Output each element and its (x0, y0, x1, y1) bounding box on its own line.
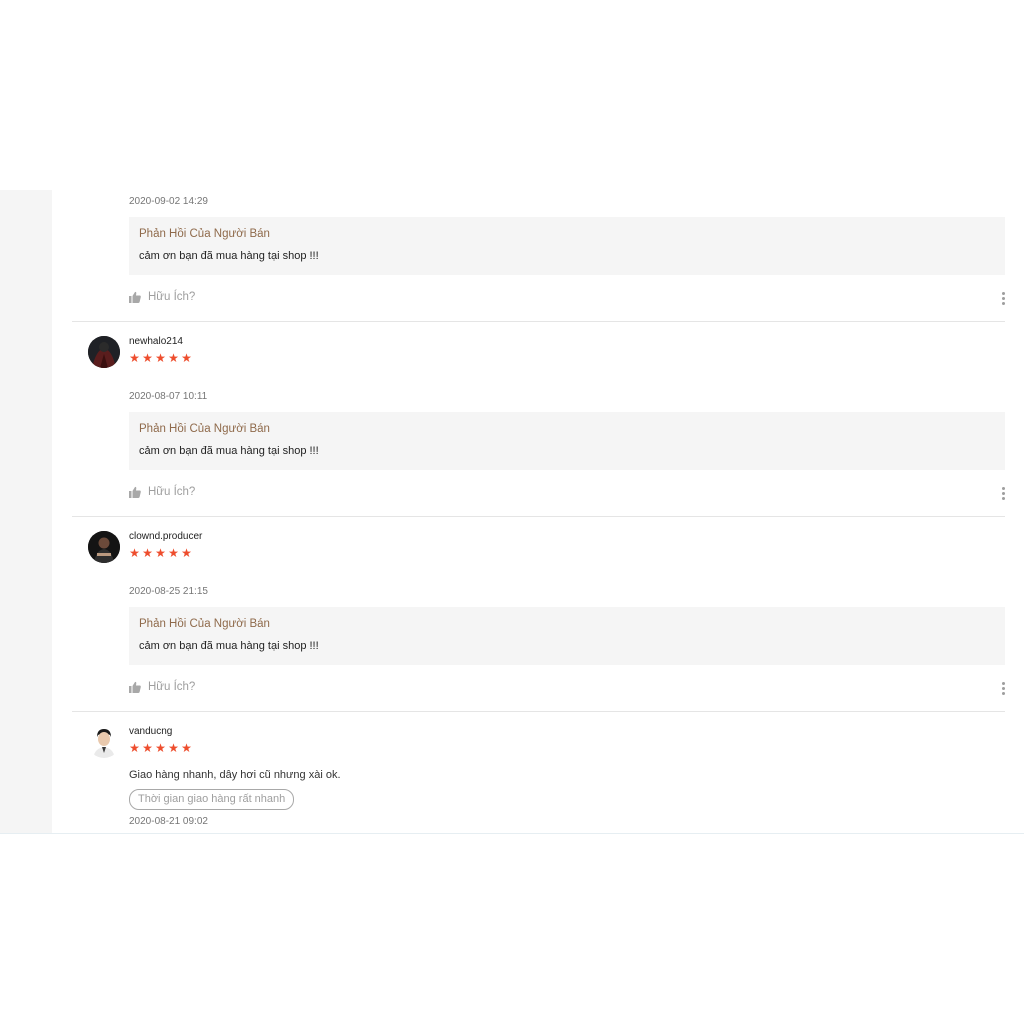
review-item: vanducng ★ ★ ★ ★ ★ Giao hàng nhanh, dây … (72, 712, 1005, 833)
star-icon: ★ (142, 546, 153, 560)
star-icon: ★ (155, 741, 166, 755)
rating-stars: ★ ★ ★ ★ ★ (129, 741, 192, 755)
star-icon: ★ (181, 546, 192, 560)
star-icon: ★ (168, 351, 179, 365)
star-icon: ★ (142, 351, 153, 365)
avatar[interactable] (88, 726, 120, 758)
review-item: newhalo214 ★ ★ ★ ★ ★ 2020-08-07 10:11 Ph… (72, 322, 1005, 517)
more-options-icon[interactable] (1001, 292, 1005, 305)
seller-reply-title: Phản Hồi Của Người Bán (139, 618, 270, 630)
seller-reply: Phản Hồi Của Người Bán cảm ơn bạn đã mua… (129, 217, 1005, 275)
thumbs-up-icon (129, 486, 141, 498)
review-username[interactable]: clownd.producer (129, 531, 202, 542)
review-tag: Thời gian giao hàng rất nhanh (129, 789, 295, 810)
seller-reply-text: cảm ơn bạn đã mua hàng tại shop !!! (139, 640, 319, 652)
star-icon: ★ (142, 741, 153, 755)
review-date: 2020-08-07 10:11 (129, 391, 208, 402)
helpful-label: Hữu Ích? (148, 291, 196, 303)
rating-stars: ★ ★ ★ ★ ★ (129, 351, 192, 365)
review-date: 2020-09-02 14:29 (129, 196, 208, 207)
user-avatar-icon (88, 726, 120, 758)
seller-reply-title: Phản Hồi Của Người Bán (139, 228, 270, 240)
more-options-icon[interactable] (1001, 682, 1005, 695)
seller-reply: Phản Hồi Của Người Bán cảm ơn bạn đã mua… (129, 607, 1005, 665)
star-icon: ★ (129, 351, 140, 365)
star-icon: ★ (181, 351, 192, 365)
review-date: 2020-08-25 21:15 (129, 586, 208, 597)
star-icon: ★ (168, 546, 179, 560)
star-icon: ★ (168, 741, 179, 755)
helpful-button[interactable]: Hữu Ích? (129, 681, 195, 693)
review-date: 2020-08-21 09:02 (129, 816, 208, 827)
thumbs-up-icon (129, 681, 141, 693)
helpful-button[interactable]: Hữu Ích? (129, 486, 195, 498)
left-side-rail (0, 190, 52, 833)
review-item: 2020-09-02 14:29 Phản Hồi Của Người Bán … (72, 190, 1005, 322)
review-username[interactable]: vanducng (129, 726, 172, 737)
user-avatar-icon (88, 336, 120, 368)
avatar[interactable] (88, 531, 120, 563)
more-options-icon[interactable] (1001, 487, 1005, 500)
user-avatar-icon (88, 531, 120, 563)
avatar[interactable] (88, 336, 120, 368)
helpful-label: Hữu Ích? (148, 486, 196, 498)
star-icon: ★ (129, 741, 140, 755)
helpful-label: Hữu Ích? (148, 681, 196, 693)
rating-stars: ★ ★ ★ ★ ★ (129, 546, 192, 560)
seller-reply-text: cảm ơn bạn đã mua hàng tại shop !!! (139, 250, 319, 262)
helpful-button[interactable]: Hữu Ích? (129, 291, 195, 303)
thumbs-up-icon (129, 291, 141, 303)
star-icon: ★ (181, 741, 192, 755)
reviews-viewport: 2020-09-02 14:29 Phản Hồi Của Người Bán … (0, 190, 1024, 834)
seller-reply-text: cảm ơn bạn đã mua hàng tại shop !!! (139, 445, 319, 457)
review-username[interactable]: newhalo214 (129, 336, 183, 347)
seller-reply-title: Phản Hồi Của Người Bán (139, 423, 270, 435)
review-list: 2020-09-02 14:29 Phản Hồi Của Người Bán … (72, 190, 1005, 833)
seller-reply: Phản Hồi Của Người Bán cảm ơn bạn đã mua… (129, 412, 1005, 470)
star-icon: ★ (129, 546, 140, 560)
review-item: clownd.producer ★ ★ ★ ★ ★ 2020-08-25 21:… (72, 517, 1005, 712)
star-icon: ★ (155, 546, 166, 560)
review-comment: Giao hàng nhanh, dây hơi cũ nhưng xài ok… (129, 769, 341, 781)
star-icon: ★ (155, 351, 166, 365)
